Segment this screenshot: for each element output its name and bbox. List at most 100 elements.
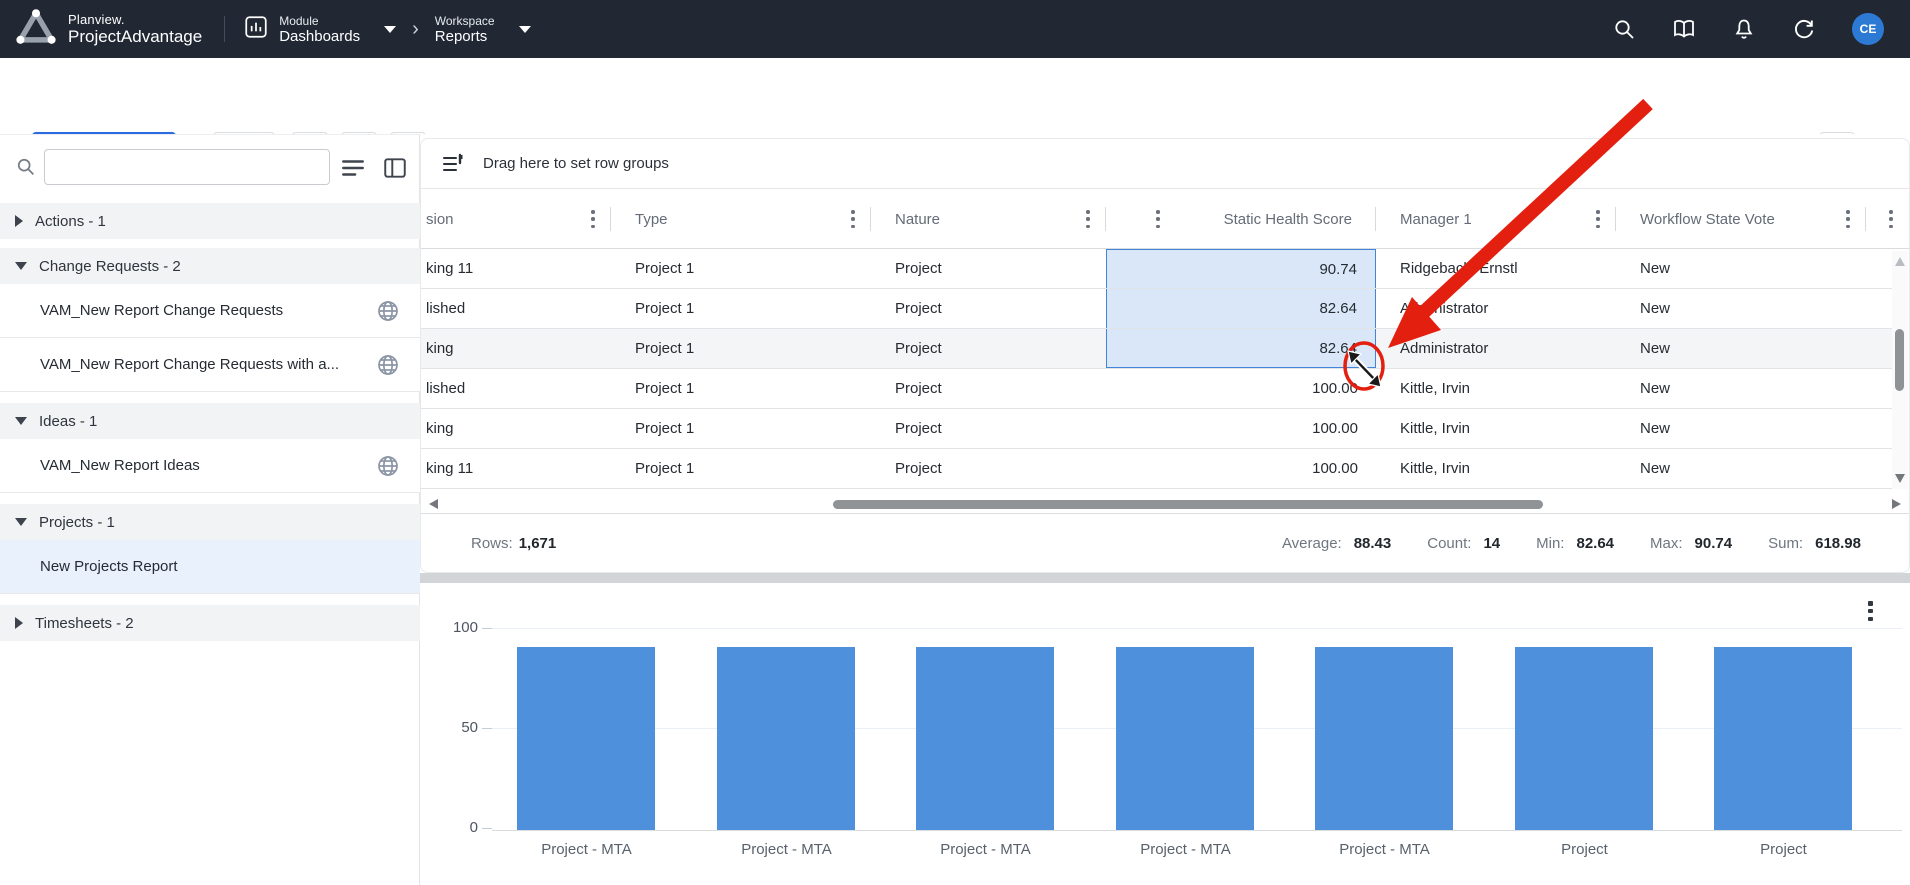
sidebar-group-change-requests[interactable]: Change Requests - 2: [0, 248, 420, 284]
cell-type[interactable]: Project 1: [611, 249, 871, 288]
column-header-sion[interactable]: sion: [421, 189, 611, 249]
workspace-reports-menu[interactable]: Workspace Reports: [435, 14, 531, 45]
filter-list-icon[interactable]: [340, 155, 366, 181]
cell-type[interactable]: Project 1: [611, 329, 871, 368]
cell-score[interactable]: 90.74: [1176, 249, 1376, 288]
cell-name[interactable]: king: [421, 409, 611, 448]
column-header-static-health-score[interactable]: Static Health Score: [1176, 189, 1376, 249]
cell-type[interactable]: Project 1: [611, 409, 871, 448]
brand[interactable]: Planview. ProjectAdvantage: [0, 5, 202, 54]
bar-chart-panel: 100 50 0 Project - MTA Project - MTA Pro…: [420, 583, 1910, 885]
cell-vote[interactable]: New: [1616, 249, 1866, 288]
column-kebab-icon[interactable]: [1596, 210, 1600, 228]
scroll-left-icon[interactable]: [429, 499, 438, 509]
column-header-nature[interactable]: Nature: [871, 189, 1106, 249]
cell-blank[interactable]: [1106, 369, 1176, 408]
bar: [1714, 647, 1852, 830]
cell-manager[interactable]: Administrator: [1376, 329, 1616, 368]
column-kebab-icon[interactable]: [1889, 210, 1893, 228]
cell-vote[interactable]: New: [1616, 289, 1866, 328]
cell-nature[interactable]: Project: [871, 249, 1106, 288]
sidebar-item-report[interactable]: VAM_New Report Change Requests with a...: [0, 338, 420, 392]
cell-manager[interactable]: Kittle, Irvin: [1376, 449, 1616, 488]
cell-score[interactable]: 100.00: [1176, 449, 1376, 488]
refresh-icon[interactable]: [1792, 17, 1816, 41]
sidebar-item-report-selected[interactable]: New Projects Report: [0, 540, 420, 594]
column-kebab-icon[interactable]: [1846, 210, 1850, 228]
column-kebab-icon[interactable]: [1086, 210, 1090, 228]
chart-kebab-menu-icon[interactable]: [1868, 601, 1872, 621]
sidebar-group-ideas[interactable]: Ideas - 1: [0, 403, 420, 439]
globe-icon[interactable]: [376, 299, 400, 323]
globe-icon[interactable]: [376, 353, 400, 377]
scroll-down-icon[interactable]: [1895, 474, 1905, 483]
horizontal-scrollbar[interactable]: [421, 497, 1909, 513]
cell-name[interactable]: lished: [421, 369, 611, 408]
search-icon[interactable]: [1612, 17, 1636, 41]
cell-score[interactable]: 100.00: [1176, 409, 1376, 448]
cell-type[interactable]: Project 1: [611, 369, 871, 408]
globe-icon[interactable]: [376, 454, 400, 478]
column-header-blank[interactable]: [1106, 189, 1176, 249]
cell-nature[interactable]: Project: [871, 289, 1106, 328]
cell-vote[interactable]: New: [1616, 369, 1866, 408]
cell-name[interactable]: lished: [421, 289, 611, 328]
cell-blank[interactable]: [1866, 449, 1892, 488]
cell-blank[interactable]: [1866, 329, 1892, 368]
x-axis-line: [492, 830, 1902, 831]
column-kebab-icon[interactable]: [1156, 210, 1160, 228]
sidebar-group-projects[interactable]: Projects - 1: [0, 504, 420, 540]
sidebar-group-actions[interactable]: Actions - 1: [0, 203, 420, 239]
cell-blank[interactable]: [1106, 329, 1176, 368]
column-header-type[interactable]: Type: [611, 189, 871, 249]
cell-blank[interactable]: [1866, 369, 1892, 408]
cell-type[interactable]: Project 1: [611, 449, 871, 488]
cell-name[interactable]: king 11: [421, 449, 611, 488]
row-group-dropzone[interactable]: Drag here to set row groups: [421, 139, 1909, 189]
cell-blank[interactable]: [1106, 409, 1176, 448]
column-kebab-icon[interactable]: [851, 210, 855, 228]
avatar[interactable]: CE: [1852, 13, 1884, 45]
cell-vote[interactable]: New: [1616, 329, 1866, 368]
sidebar-group-timesheets[interactable]: Timesheets - 2: [0, 605, 420, 641]
panel-toggle-icon[interactable]: [382, 155, 408, 181]
column-header-workflow-state-vote[interactable]: Workflow State Vote: [1616, 189, 1866, 249]
cell-nature[interactable]: Project: [871, 369, 1106, 408]
cell-manager[interactable]: Administrator: [1376, 289, 1616, 328]
cell-blank[interactable]: [1866, 289, 1892, 328]
sidebar-search-input[interactable]: [44, 149, 330, 185]
help-book-icon[interactable]: [1672, 17, 1696, 41]
cell-vote[interactable]: New: [1616, 449, 1866, 488]
sidebar-item-report[interactable]: VAM_New Report Ideas: [0, 439, 420, 493]
cell-blank[interactable]: [1866, 249, 1892, 288]
cell-name[interactable]: king 11: [421, 249, 611, 288]
cell-vote[interactable]: New: [1616, 409, 1866, 448]
column-header-partial[interactable]: [1866, 189, 1909, 249]
cell-manager[interactable]: Kittle, Irvin: [1376, 409, 1616, 448]
bar: [1515, 647, 1653, 830]
column-kebab-icon[interactable]: [591, 210, 595, 228]
cell-nature[interactable]: Project: [871, 409, 1106, 448]
module-dashboards-menu[interactable]: Module Dashboards: [243, 14, 396, 45]
vertical-scrollbar[interactable]: [1892, 251, 1908, 489]
notifications-bell-icon[interactable]: [1732, 17, 1756, 41]
cell-manager[interactable]: Kittle, Irvin: [1376, 369, 1616, 408]
cell-nature[interactable]: Project: [871, 329, 1106, 368]
cell-name[interactable]: king: [421, 329, 611, 368]
cell-blank[interactable]: [1106, 449, 1176, 488]
cell-manager[interactable]: Ridgeback, Ernstl: [1376, 249, 1616, 288]
scroll-right-icon[interactable]: [1892, 499, 1901, 509]
cell-score[interactable]: 100.00: [1176, 369, 1376, 408]
cell-blank[interactable]: [1106, 249, 1176, 288]
vertical-scroll-thumb[interactable]: [1895, 329, 1904, 391]
cell-blank[interactable]: [1106, 289, 1176, 328]
sidebar-item-report[interactable]: VAM_New Report Change Requests: [0, 284, 420, 338]
column-header-manager-1[interactable]: Manager 1: [1376, 189, 1616, 249]
scroll-up-icon[interactable]: [1895, 257, 1905, 266]
cell-score[interactable]: 82.64: [1176, 329, 1376, 368]
cell-type[interactable]: Project 1: [611, 289, 871, 328]
cell-blank[interactable]: [1866, 409, 1892, 448]
cell-nature[interactable]: Project: [871, 449, 1106, 488]
horizontal-scroll-thumb[interactable]: [833, 500, 1543, 509]
cell-score[interactable]: 82.64: [1176, 289, 1376, 328]
